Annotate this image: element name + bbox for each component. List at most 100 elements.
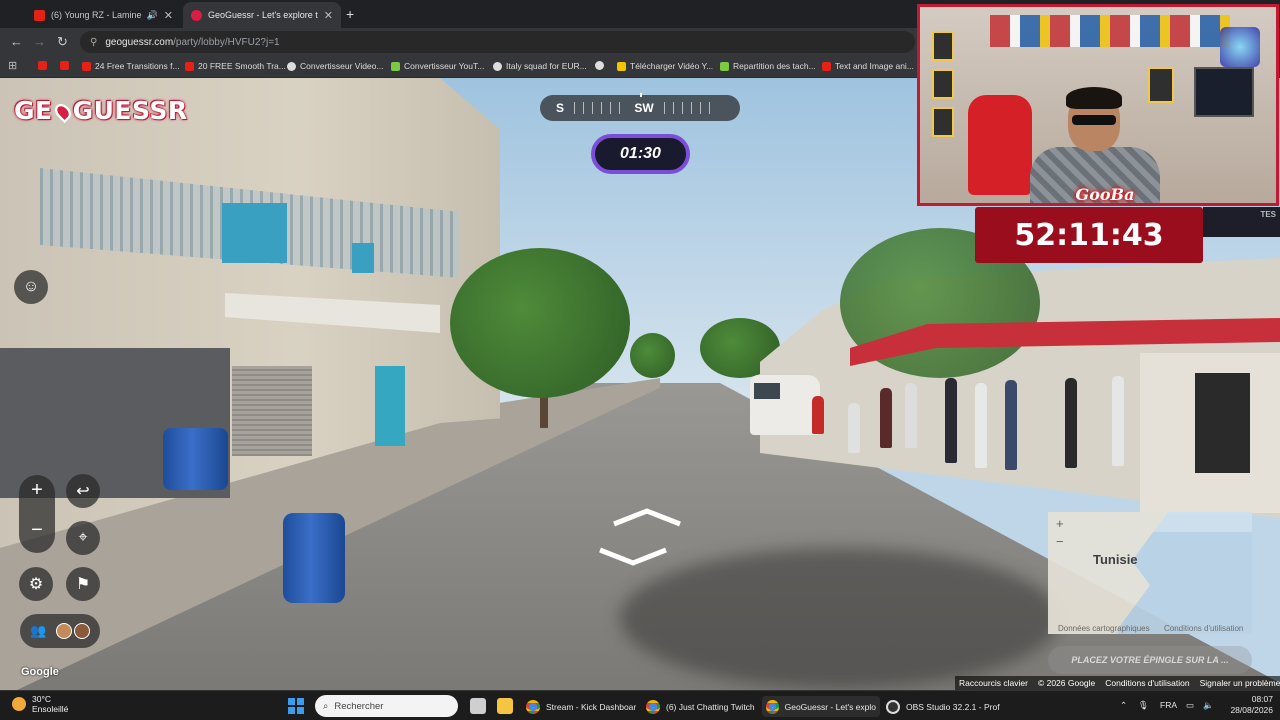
move-forward-arrow[interactable] (612, 508, 682, 528)
weather-temp: 30°C (32, 694, 51, 704)
tab-geoguessr[interactable]: GeoGuessr - Let's explore the w ✕ (183, 2, 341, 28)
bookmark-label: Télécharger Vidéo Y... (630, 61, 714, 71)
microphone-icon[interactable]: 🎙 (1138, 700, 1149, 711)
terms-link[interactable]: Conditions d'utilisation (1105, 678, 1189, 688)
geoguessr-logo[interactable]: GE GUESSR (14, 96, 188, 125)
system-clock[interactable]: 08:07 28/08/2026 (1218, 694, 1273, 716)
back-icon[interactable]: ← (10, 34, 23, 49)
bookmark-item[interactable]: Convertisseur Video... (287, 61, 383, 71)
van-window (754, 383, 780, 399)
taskbar-app-geoguessr[interactable]: GeoGuessr - Let's explo (762, 696, 880, 717)
mannequin (880, 388, 892, 448)
volume-icon[interactable]: 🔈 (1203, 700, 1214, 711)
gaming-chair (968, 95, 1032, 195)
bookmark-item[interactable]: Repartition des tach... (720, 61, 816, 71)
avatar (74, 623, 91, 639)
blue-door (375, 366, 405, 446)
party-players[interactable]: 👥 (20, 614, 100, 648)
taskbar-search[interactable]: ⌕ Rechercher (315, 695, 458, 717)
tree (630, 333, 675, 378)
compass-marker (640, 93, 642, 97)
globe-icon (287, 61, 296, 71)
weather-widget[interactable]: 30°C Ensoleillé (12, 694, 68, 714)
map-terms[interactable]: Conditions d'utilisation (1164, 624, 1243, 633)
bookmark-item[interactable]: 24 Free Transitions f... (82, 61, 180, 71)
sunglasses (1072, 115, 1116, 125)
site-info-icon[interactable]: ⚲ (90, 37, 97, 48)
guess-minimap[interactable]: Tunisie + − Données cartographiques Cond… (1048, 512, 1252, 634)
avatar (56, 623, 73, 639)
return-to-start-icon[interactable]: ⌖ (66, 521, 100, 555)
new-tab-button[interactable]: + (346, 6, 354, 22)
keyboard-shortcuts-link[interactable]: Raccourcis clavier (959, 678, 1028, 688)
forward-icon[interactable]: → (33, 34, 46, 49)
task-view-icon[interactable] (470, 698, 486, 714)
language-indicator[interactable]: FRA (1160, 700, 1177, 710)
streamer-hair (1066, 87, 1122, 109)
mannequin (975, 383, 987, 468)
wall-frame (932, 69, 954, 99)
wall-frame (1148, 67, 1174, 103)
taskbar-app-twitch[interactable]: (6) Just Chatting Twitch (642, 696, 760, 717)
reload-icon[interactable]: ↻ (57, 34, 68, 50)
minimap-zoom-in[interactable]: + (1056, 516, 1064, 531)
move-back-arrow[interactable] (598, 546, 668, 566)
bookmark-item[interactable]: Télécharger Vidéo Y... (617, 61, 713, 71)
bookmark-label: Convertisseur YouT... (404, 61, 485, 71)
taskbar-app-obs[interactable]: OBS Studio 32.2.1 - Prof (882, 696, 1004, 717)
minimap-zoom-out[interactable]: − (1056, 534, 1064, 549)
bookmark-item[interactable]: Text and Image ani... (822, 61, 914, 71)
map-pin-icon (51, 100, 74, 124)
settings-gear-icon[interactable]: ⚙ (19, 567, 53, 601)
bookmark-label: 24 Free Transitions f... (95, 61, 180, 71)
bookmark-item[interactable]: Italy squad for EUR... (493, 61, 587, 71)
close-tab-icon[interactable]: ✕ (324, 9, 333, 22)
bookmark-item[interactable]: Convertisseur YouT... (391, 61, 484, 71)
speaker-icon[interactable]: 🔊 (147, 10, 158, 21)
file-explorer-icon[interactable] (497, 698, 513, 714)
obs-icon (886, 699, 900, 714)
tab-youtube[interactable]: (6) Young RZ - Lamine Yamal 🔊 ✕ (26, 2, 181, 28)
url-host: geoguessr.com (105, 36, 174, 48)
url-path: /party/lobby/HVFU2?j=1 (173, 36, 280, 48)
streamer-name-logo: GooBa (1075, 185, 1135, 204)
place-pin-button[interactable]: PLACEZ VOTRE ÉPINGLE SUR LA ... (1048, 646, 1252, 674)
taskbar-app-kick[interactable]: Stream - Kick Dashboar (522, 696, 642, 717)
bookmark-item[interactable] (595, 61, 608, 70)
window (352, 243, 374, 273)
address-bar[interactable]: ⚲ geoguessr.com/party/lobby/HVFU2?j=1 (80, 31, 915, 53)
webcam-overlay: GooBa (917, 4, 1279, 206)
flag-banner (990, 15, 1230, 47)
clock-date: 28/08/2026 (1230, 705, 1273, 715)
bookmark-youtube[interactable] (60, 61, 73, 70)
undo-move-icon[interactable]: ↩ (66, 474, 100, 508)
report-problem-link[interactable]: Signaler un problème (1200, 678, 1280, 688)
bookmark-youtube[interactable] (38, 61, 51, 70)
pedestrian (812, 396, 824, 434)
windows-start-icon[interactable] (288, 698, 304, 714)
players-icon: 👥 (30, 623, 47, 638)
bookmark-label: Text and Image ani... (835, 61, 914, 71)
globe-icon (595, 61, 604, 70)
zoom-in-button[interactable]: + (19, 479, 55, 502)
zoom-controls: + − (19, 475, 55, 553)
apps-grid-icon[interactable]: ⊞ (8, 59, 17, 72)
map-data-credit[interactable]: Données cartographiques (1058, 624, 1150, 633)
bookmark-label: Italy squad for EUR... (506, 61, 587, 71)
search-icon: ⌕ (323, 700, 329, 712)
app-label: (6) Just Chatting Twitch (666, 701, 755, 712)
tray-overflow-icon[interactable]: ⌃ (1120, 700, 1127, 711)
checkpoint-flag-icon[interactable]: ⚑ (66, 567, 100, 601)
weather-desc: Ensoleillé (32, 704, 69, 714)
chrome-icon (766, 699, 779, 714)
copyright-text: © 2026 Google (1037, 678, 1096, 688)
neon-light (1220, 27, 1260, 67)
network-icon[interactable]: ▭ (1186, 700, 1194, 711)
tree (450, 248, 630, 398)
bookmark-item[interactable]: 20 FREE Smooth Tra... (185, 61, 286, 71)
sun-icon (12, 697, 26, 711)
emote-icon[interactable]: ☺ (14, 270, 48, 304)
zoom-out-button[interactable]: − (19, 519, 55, 542)
close-tab-icon[interactable]: ✕ (164, 9, 173, 22)
mannequin (1065, 378, 1077, 468)
